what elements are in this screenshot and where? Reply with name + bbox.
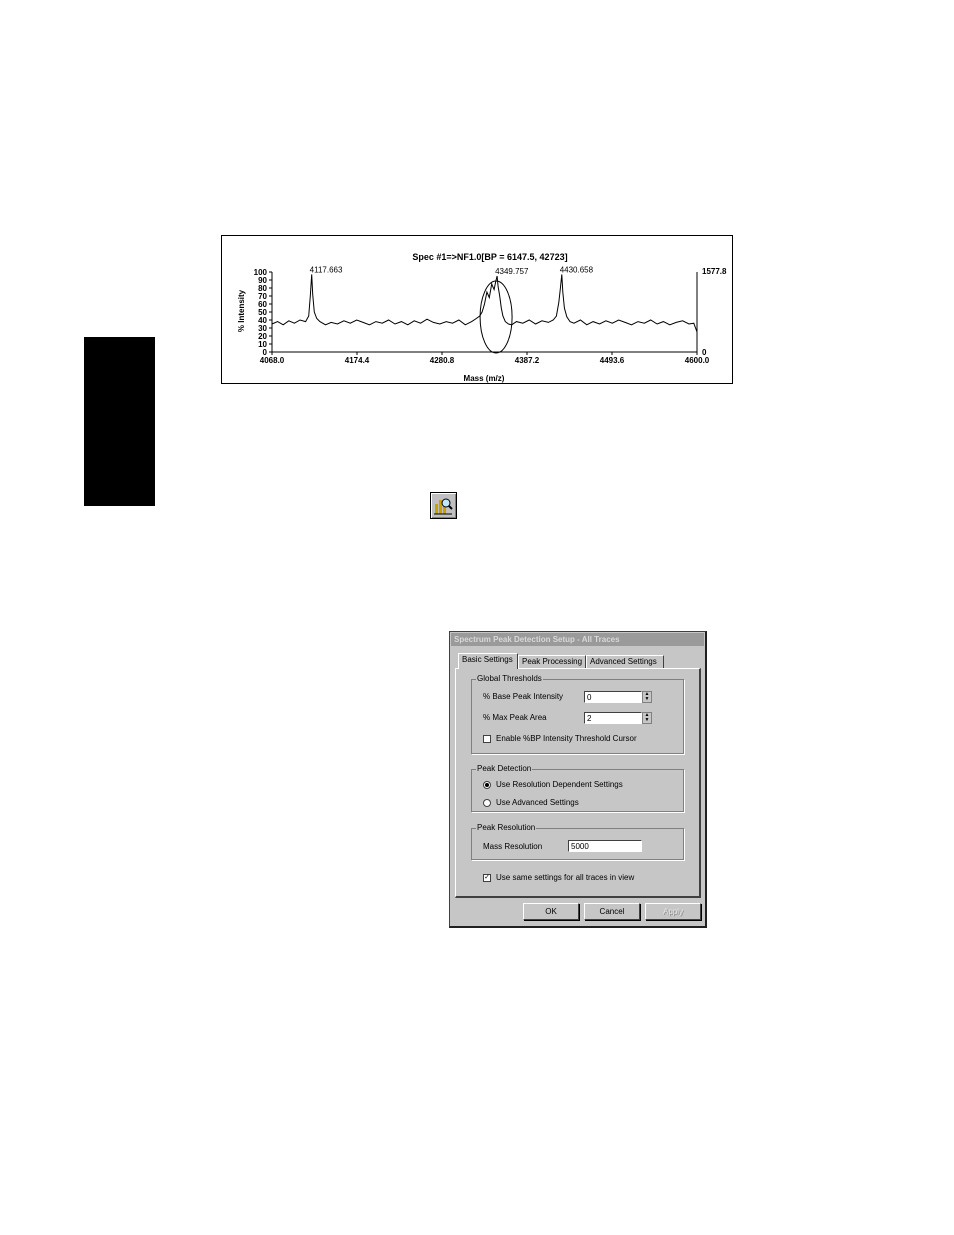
x-tick-label: 4387.2 [515, 356, 540, 365]
peak-resolution-group: Peak Resolution Mass Resolution [471, 823, 684, 860]
spectrum-plot: Spec #1=>NF1.0[BP = 6147.5, 42723] % Int… [221, 235, 733, 384]
base-peak-input[interactable] [584, 691, 642, 703]
y-tick-label: 100 [254, 268, 268, 277]
x-tick-label: 4280.8 [430, 356, 455, 365]
y-tick-label: 10 [258, 340, 267, 349]
peak-label: 4430.658 [560, 265, 594, 274]
checkmark-icon: ✓ [484, 874, 490, 881]
y-axis-label: % Intensity [237, 289, 246, 332]
base-peak-spinner[interactable]: ▲ ▼ [642, 691, 652, 703]
tab-peak-processing[interactable]: Peak Processing [518, 655, 586, 668]
ok-button[interactable]: OK [523, 903, 579, 920]
peak-detection-group: Peak Detection Use Resolution Dependent … [471, 764, 684, 812]
y-tick-label: 80 [258, 284, 267, 293]
resolution-dependent-label: Use Resolution Dependent Settings [496, 780, 623, 789]
dialog-title: Spectrum Peak Detection Setup - All Trac… [451, 633, 704, 646]
y-tick-label: 20 [258, 332, 267, 341]
right-axis-top: 1577.8 [702, 267, 727, 276]
cancel-button[interactable]: Cancel [584, 903, 640, 920]
max-area-label: % Max Peak Area [483, 713, 547, 722]
global-thresholds-title: Global Thresholds [476, 674, 543, 684]
magnify-spectrum-icon [434, 498, 453, 515]
same-settings-checkbox[interactable]: ✓ [483, 874, 491, 882]
x-tick-label: 4068.0 [260, 356, 285, 365]
chart-title: Spec #1=>NF1.0[BP = 6147.5, 42723] [412, 252, 567, 262]
basic-settings-panel: Global Thresholds % Base Peak Intensity … [455, 668, 701, 898]
tab-basic-settings[interactable]: Basic Settings [458, 653, 518, 669]
peak-label: 4349.757 [495, 267, 529, 276]
y-tick-label: 30 [258, 324, 267, 333]
advanced-settings-label: Use Advanced Settings [496, 798, 579, 807]
advanced-settings-radio[interactable] [483, 799, 491, 807]
y-tick-label: 70 [258, 292, 267, 301]
bp-cursor-checkbox[interactable] [483, 735, 491, 743]
resolution-dependent-radio[interactable] [483, 781, 491, 789]
y-tick-label: 90 [258, 276, 267, 285]
chapter-tab [84, 337, 155, 506]
max-area-input[interactable] [584, 712, 642, 724]
mass-resolution-input[interactable] [568, 840, 642, 852]
same-settings-label: Use same settings for all traces in view [496, 873, 635, 882]
spin-down-icon: ▼ [644, 696, 650, 702]
apply-button[interactable]: Apply [645, 903, 701, 920]
tab-advanced-settings[interactable]: Advanced Settings [586, 655, 664, 668]
spectrum-svg: Spec #1=>NF1.0[BP = 6147.5, 42723] % Int… [237, 252, 727, 383]
mass-resolution-label: Mass Resolution [483, 842, 543, 851]
peak-detection-dialog: Spectrum Peak Detection Setup - All Trac… [449, 631, 707, 928]
spin-down-icon: ▼ [644, 717, 650, 723]
x-tick-label: 4174.4 [345, 356, 370, 365]
x-axis-label: Mass (m/z) [464, 374, 505, 383]
x-tick-label: 4493.6 [600, 356, 625, 365]
peak-detection-title: Peak Detection [476, 764, 533, 774]
max-area-spinner[interactable]: ▲ ▼ [642, 712, 652, 724]
circled-peak-ellipse [479, 280, 513, 354]
peak-detection-tool-icon[interactable] [430, 492, 457, 519]
bp-cursor-label: Enable %BP Intensity Threshold Cursor [496, 734, 637, 743]
peak-label: 4117.663 [310, 265, 343, 274]
y-tick-label: 60 [258, 300, 267, 309]
x-tick-label: 4600.0 [685, 356, 710, 365]
y-tick-label: 50 [258, 308, 267, 317]
y-tick-label: 40 [258, 316, 267, 325]
peak-resolution-title: Peak Resolution [476, 823, 537, 833]
base-peak-label: % Base Peak Intensity [483, 692, 564, 701]
spectrum-trace [271, 274, 698, 333]
global-thresholds-group: Global Thresholds % Base Peak Intensity … [471, 674, 684, 754]
